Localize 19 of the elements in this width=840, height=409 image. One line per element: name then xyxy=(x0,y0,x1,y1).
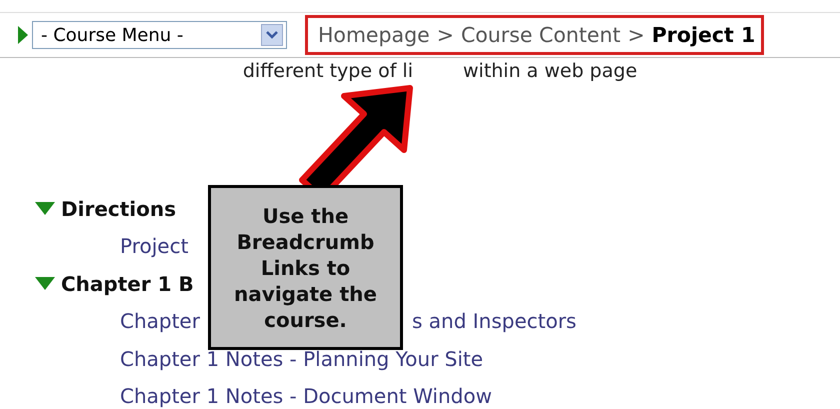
content-link[interactable]: s and Inspectors xyxy=(412,309,576,334)
content-link[interactable]: Chapter 1 Notes - Document Window xyxy=(120,384,492,408)
breadcrumb-link[interactable]: Homepage xyxy=(318,23,430,47)
section-title[interactable]: Chapter 1 B xyxy=(61,272,194,296)
content-link[interactable]: Chapter xyxy=(120,309,200,334)
breadcrumb-separator: > xyxy=(628,23,645,47)
expand-triangle-icon[interactable] xyxy=(35,202,55,216)
section-title[interactable]: Directions xyxy=(61,196,176,221)
expand-triangle-icon[interactable] xyxy=(35,277,55,290)
current-page: Project 1 xyxy=(652,23,756,47)
callout-text: Use the Breadcrumb Links to navigate the course. xyxy=(233,202,378,332)
intro-text: within a web page xyxy=(463,60,638,82)
breadcrumb-link[interactable]: Course Content xyxy=(460,23,621,47)
content-link[interactable]: Chapter 1 Notes - Planning Your Site xyxy=(120,346,484,371)
play-icon[interactable] xyxy=(18,26,28,44)
course-menu-dropdown[interactable]: - Course Menu - xyxy=(32,21,287,49)
intro-text: different type of li xyxy=(242,60,413,82)
content-link[interactable]: Project xyxy=(120,234,188,258)
breadcrumb-separator: > xyxy=(436,23,454,47)
